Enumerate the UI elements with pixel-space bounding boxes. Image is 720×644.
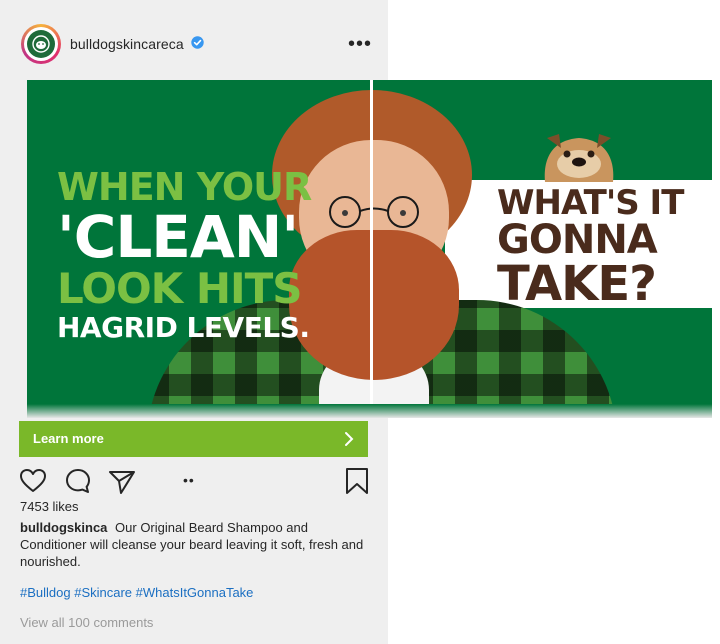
post-caption: bulldogskinca Our Original Beard Shampoo…: [20, 519, 370, 570]
hashtag-links[interactable]: #Bulldog #Skincare #WhatsItGonnaTake: [20, 585, 253, 600]
ad-image[interactable]: WHEN YOUR 'CLEAN' LOOK HITS HAGRID LEVEL…: [27, 80, 712, 418]
headline-line-4: HAGRID LEVELS.: [57, 311, 310, 344]
send-icon[interactable]: [107, 466, 137, 496]
view-comments-link[interactable]: View all 100 comments: [20, 615, 153, 630]
heart-icon[interactable]: [18, 466, 48, 496]
chevron-right-icon: [345, 432, 354, 446]
headline-right: WHAT'S IT GONNA TAKE?: [497, 186, 697, 308]
bulldog-icon: [544, 134, 614, 182]
split-divider: [370, 80, 373, 418]
headline-right-line-2: GONNA: [497, 217, 658, 263]
ad-bottom-edge: [27, 404, 712, 418]
headline-line-1: WHEN YOUR: [57, 165, 312, 209]
glasses-icon: [329, 196, 419, 228]
headline-left: WHEN YOUR 'CLEAN' LOOK HITS HAGRID LEVEL…: [57, 168, 317, 342]
headline-line-2: 'CLEAN': [57, 203, 299, 271]
caption-username[interactable]: bulldogskinca: [20, 520, 107, 535]
headline-right-line-1: WHAT'S IT: [497, 183, 684, 223]
post-username[interactable]: bulldogskincareca: [70, 36, 184, 52]
learn-more-label: Learn more: [33, 431, 104, 446]
ad-frame: bulldogskincareca ••• Learn more •• 7453…: [0, 0, 720, 644]
comment-icon[interactable]: [63, 466, 93, 496]
learn-more-button[interactable]: Learn more: [19, 421, 368, 457]
bookmark-icon[interactable]: [342, 466, 372, 496]
verified-badge-icon: [191, 36, 204, 49]
headline-line-3: LOOK HITS: [57, 264, 303, 313]
more-options-icon[interactable]: •••: [348, 34, 372, 54]
headline-right-line-3: TAKE?: [497, 256, 657, 312]
bulldog-logo-icon: [27, 30, 55, 58]
carousel-pager: ••: [183, 472, 195, 488]
like-count[interactable]: 7453 likes: [20, 499, 79, 514]
avatar[interactable]: [21, 24, 61, 64]
